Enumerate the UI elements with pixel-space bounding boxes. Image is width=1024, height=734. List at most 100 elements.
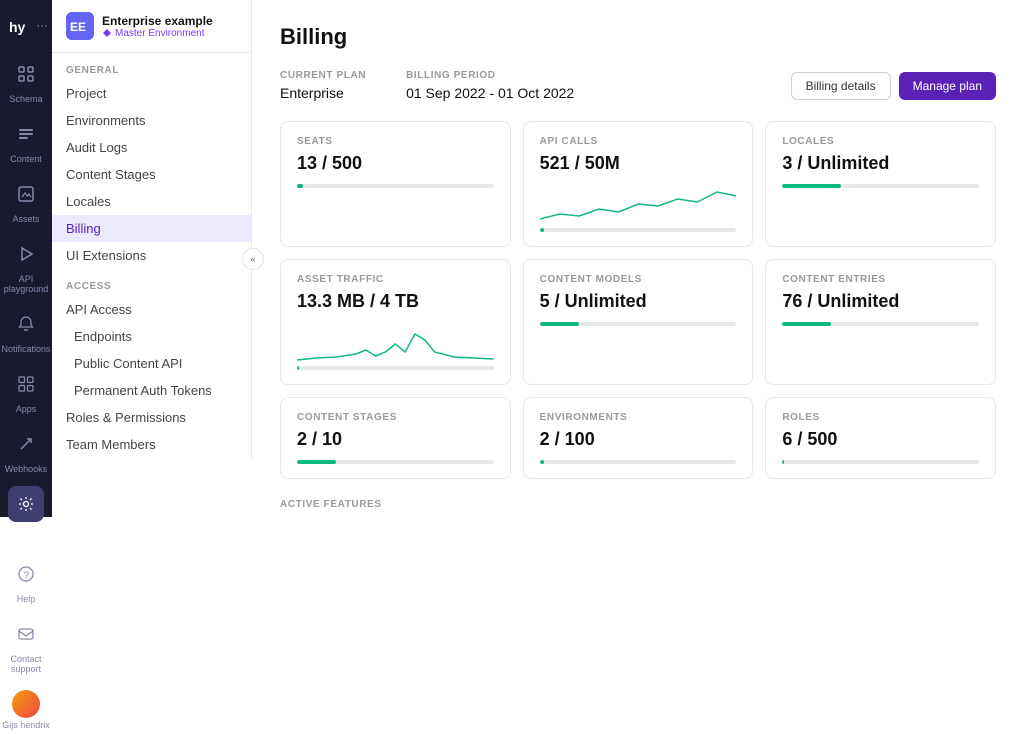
notifications-icon — [8, 306, 44, 342]
current-plan-label: CURRENT PLAN — [280, 70, 366, 81]
asset-traffic-chart — [297, 322, 494, 362]
roles-value: 6 / 500 — [782, 429, 979, 450]
nav-item-public-content-api[interactable]: Public Content API — [52, 350, 251, 377]
nav-item-roles-permissions[interactable]: Roles & Permissions — [52, 404, 251, 431]
schema-icon — [8, 56, 44, 92]
locales-value: 3 / Unlimited — [782, 153, 979, 174]
nav-header-text: Enterprise example Master Environment — [102, 14, 213, 39]
stat-environments: ENVIRONMENTS 2 / 100 — [523, 397, 754, 479]
nav-item-project[interactable]: Project — [52, 80, 251, 107]
sidebar-item-api-playground[interactable]: API playground — [0, 232, 52, 298]
api-calls-chart — [540, 184, 737, 224]
svg-text:EE: EE — [70, 20, 86, 34]
stat-content-models: CONTENT MODELS 5 / Unlimited — [523, 259, 754, 385]
roles-bar-fill — [782, 460, 784, 464]
billing-period: BILLING PERIOD 01 Sep 2022 - 01 Oct 2022 — [406, 70, 574, 101]
sidebar-item-schema[interactable]: Schema — [0, 52, 52, 108]
nav-item-content-stages[interactable]: Content Stages — [52, 161, 251, 188]
content-models-bar-fill — [540, 322, 579, 326]
content-entries-label: CONTENT ENTRIES — [782, 274, 979, 285]
billing-period-value: 01 Sep 2022 - 01 Oct 2022 — [406, 85, 574, 101]
seats-bar-fill — [297, 184, 303, 188]
stat-api-calls: API CALLS 521 / 50M — [523, 121, 754, 247]
nav-item-endpoints[interactable]: Endpoints — [52, 323, 251, 350]
nav-item-api-access[interactable]: API Access — [52, 296, 251, 323]
sidebar-item-assets[interactable]: Assets — [0, 172, 52, 228]
page-title: Billing — [280, 24, 996, 50]
nav-item-audit-logs[interactable]: Audit Logs — [52, 134, 251, 161]
active-features-label: ACTIVE FEATURES — [280, 499, 996, 510]
user-avatar — [12, 690, 40, 718]
content-stages-value: 2 / 10 — [297, 429, 494, 450]
api-playground-label: API playground — [0, 274, 52, 294]
content-stages-bar-fill — [297, 460, 336, 464]
seats-label: SEATS — [297, 136, 494, 147]
content-stages-stat-label: CONTENT STAGES — [297, 412, 494, 423]
sidebar-item-contact-support[interactable]: Contact support — [0, 612, 52, 678]
sidebar-item-webhooks[interactable]: Webhooks — [0, 422, 52, 478]
current-plan-value: Enterprise — [280, 85, 366, 101]
billing-details-button[interactable]: Billing details — [791, 72, 891, 100]
content-models-label: CONTENT MODELS — [540, 274, 737, 285]
plan-actions: Billing details Manage plan — [791, 72, 996, 100]
stat-content-entries: CONTENT ENTRIES 76 / Unlimited — [765, 259, 996, 385]
nav-sidebar-wrapper: EE Enterprise example Master Environment… — [52, 0, 252, 517]
nav-item-ui-extensions[interactable]: UI Extensions — [52, 242, 251, 269]
current-plan: CURRENT PLAN Enterprise — [280, 70, 366, 101]
apps-icon — [8, 366, 44, 402]
nav-item-billing[interactable]: Billing — [52, 215, 251, 242]
sidebar-item-project-settings[interactable]: Project settings — [0, 482, 52, 548]
general-section-label: GENERAL — [52, 53, 251, 80]
sidebar-item-content[interactable]: Content — [0, 112, 52, 168]
stat-roles: ROLES 6 / 500 — [765, 397, 996, 479]
stat-content-stages: CONTENT STAGES 2 / 10 — [280, 397, 511, 479]
content-models-bar — [540, 322, 737, 326]
assets-label: Assets — [12, 214, 39, 224]
notifications-label: Notifications — [1, 344, 50, 354]
stat-asset-traffic: ASSET TRAFFIC 13.3 MB / 4 TB — [280, 259, 511, 385]
help-icon: ? — [8, 556, 44, 592]
environments-value: 2 / 100 — [540, 429, 737, 450]
collapse-sidebar-button[interactable]: « — [242, 248, 264, 270]
sidebar-item-user[interactable]: Gijs hendrix — [0, 686, 52, 734]
project-name: Enterprise example — [102, 14, 213, 28]
api-calls-bar — [540, 228, 737, 232]
content-label: Content — [10, 154, 42, 164]
sidebar-bottom: Notifications Apps Webhooks Project sett… — [0, 302, 52, 734]
webhooks-label: Webhooks — [5, 464, 47, 474]
manage-plan-button[interactable]: Manage plan — [899, 72, 996, 100]
asset-traffic-bar-fill — [297, 366, 299, 370]
api-calls-label: API CALLS — [540, 136, 737, 147]
nav-header: EE Enterprise example Master Environment — [52, 0, 251, 53]
nav-item-permanent-auth-tokens[interactable]: Permanent Auth Tokens — [52, 377, 251, 404]
contact-support-label: Contact support — [0, 654, 52, 674]
sidebar-item-apps[interactable]: Apps — [0, 362, 52, 418]
assets-icon — [8, 176, 44, 212]
user-name: Gijs hendrix — [2, 720, 50, 730]
stats-grid: SEATS 13 / 500 API CALLS 521 / 50M LOCAL… — [280, 121, 996, 479]
api-playground-icon — [8, 236, 44, 272]
nav-sidebar: EE Enterprise example Master Environment… — [52, 0, 252, 458]
access-section-label: ACCESS — [52, 269, 251, 296]
sidebar-item-help[interactable]: ? Help — [0, 552, 52, 608]
stat-seats: SEATS 13 / 500 — [280, 121, 511, 247]
sidebar-item-notifications[interactable]: Notifications — [0, 302, 52, 358]
content-entries-bar-fill — [782, 322, 831, 326]
nav-item-environments[interactable]: Environments — [52, 107, 251, 134]
locales-bar — [782, 184, 979, 188]
content-entries-value: 76 / Unlimited — [782, 291, 979, 312]
project-settings-label: Project settings — [0, 524, 52, 544]
project-avatar: EE — [66, 12, 94, 40]
locales-bar-fill — [782, 184, 841, 188]
plan-row: CURRENT PLAN Enterprise BILLING PERIOD 0… — [280, 70, 996, 101]
seats-bar — [297, 184, 494, 188]
app-logo[interactable]: hy ··· — [5, 12, 48, 40]
project-env: Master Environment — [102, 28, 213, 39]
schema-label: Schema — [9, 94, 42, 104]
environments-bar — [540, 460, 737, 464]
content-models-value: 5 / Unlimited — [540, 291, 737, 312]
asset-traffic-label: ASSET TRAFFIC — [297, 274, 494, 285]
nav-item-team-members[interactable]: Team Members — [52, 431, 251, 458]
nav-item-locales[interactable]: Locales — [52, 188, 251, 215]
api-calls-value: 521 / 50M — [540, 153, 737, 174]
